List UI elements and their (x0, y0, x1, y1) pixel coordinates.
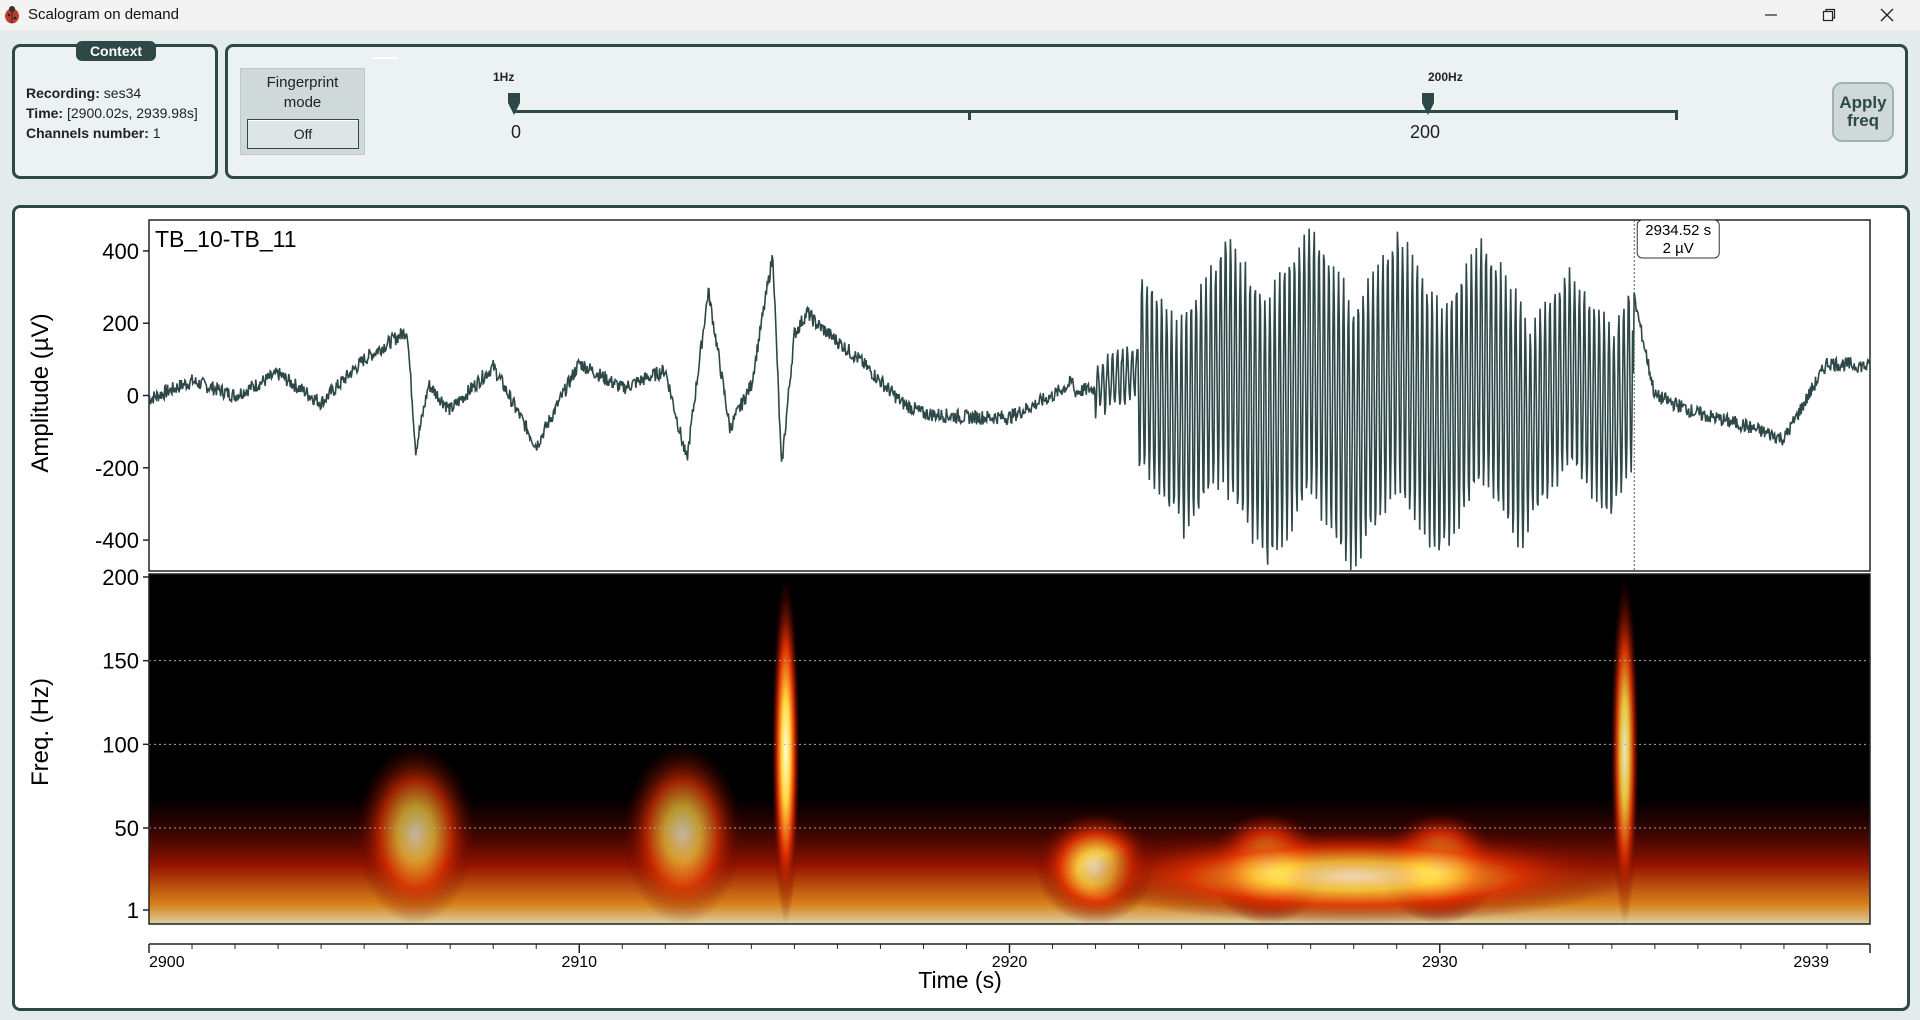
amplitude-tick-label: -400 (95, 528, 139, 553)
cursor-value: 2 µV (1663, 240, 1694, 257)
frequency-tick-label: 100 (102, 732, 139, 757)
frequency-y-axis: 200 150 100 50 1 (102, 565, 149, 923)
frequency-axis-label: Freq. (Hz) (27, 678, 54, 786)
signal-plot-area[interactable] (148, 219, 1871, 572)
time-axis-label: Time (s) (918, 967, 1001, 993)
time-tick-label: 2900 (149, 954, 185, 971)
amplitude-axis-label: Amplitude (µV) (27, 313, 54, 472)
amplitude-tick-label: -200 (95, 456, 139, 481)
scalogram-burst (622, 744, 743, 924)
channel-label: TB_10-TB_11 (155, 226, 296, 252)
amplitude-tick-label: 0 (127, 384, 139, 409)
signal-y-axis: 400 200 0 -200 -400 (95, 239, 149, 553)
frequency-tick-label: 50 (115, 816, 139, 841)
scalogram-burst (771, 577, 800, 924)
amplitude-tick-label: 200 (102, 311, 139, 336)
seizure-energy (1074, 828, 1634, 924)
plot-canvas: 400 200 0 -200 -400 TB_10-TB_11 Amplitude (µ… (27, 219, 1871, 993)
amplitude-tick-label: 400 (102, 239, 139, 264)
scalogram-burst (355, 744, 476, 924)
time-tick-label: 2930 (1422, 954, 1458, 971)
cursor-time: 2934.52 s (1645, 222, 1711, 239)
cursor-readout: 2934.52 s 2 µV (1636, 219, 1720, 259)
time-tick-label: 2939 (1793, 954, 1829, 971)
time-tick-label: 2910 (561, 954, 597, 971)
frequency-tick-label: 1 (127, 898, 139, 923)
frequency-tick-label: 200 (102, 565, 139, 590)
frequency-tick-label: 150 (102, 649, 139, 674)
time-axis: 2900 2910 2920 2930 2939 (148, 944, 1871, 971)
